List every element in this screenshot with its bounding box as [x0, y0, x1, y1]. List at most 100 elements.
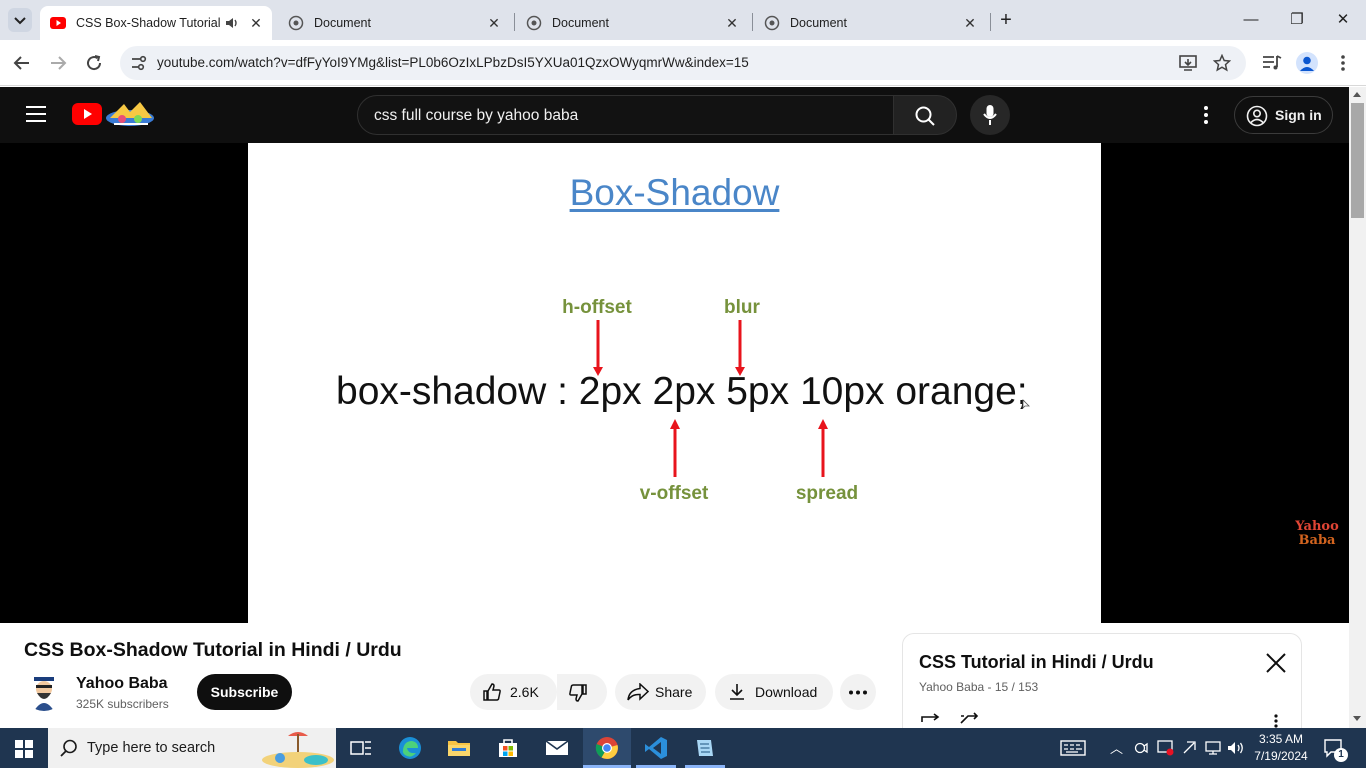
hamburger-menu-icon[interactable] [26, 105, 46, 123]
browser-menu-icon[interactable] [1335, 53, 1351, 73]
clock-date: 7/19/2024 [1254, 749, 1308, 763]
task-view-icon[interactable] [349, 736, 373, 760]
account-icon [1246, 105, 1268, 127]
security-icon[interactable] [1157, 740, 1175, 756]
taskbar-search-box[interactable]: Type here to search [48, 728, 336, 768]
speaker-icon[interactable] [224, 15, 240, 31]
reload-icon [87, 55, 102, 71]
settings-menu-icon[interactable] [1198, 105, 1214, 125]
edge-icon[interactable] [398, 736, 422, 760]
video-title: CSS Box-Shadow Tutorial in Hindi / Urdu [24, 639, 402, 661]
profile-button[interactable] [1296, 52, 1318, 74]
notepad-icon[interactable] [693, 736, 717, 760]
install-app-icon[interactable] [1179, 54, 1197, 72]
meet-now-icon[interactable] [1134, 741, 1148, 755]
scrollbar-thumb[interactable] [1351, 103, 1364, 218]
bookmark-star-icon[interactable] [1213, 54, 1231, 72]
search-query: css full course by yahoo baba [374, 107, 579, 124]
video-frame: Box-Shadow h-offset blur box-shadow : 2p… [248, 143, 1101, 623]
tab-document-2[interactable]: Document ✕ [516, 6, 748, 40]
share-button[interactable]: Share [615, 674, 706, 710]
search-button[interactable] [893, 95, 957, 135]
tab-title: Document [790, 16, 847, 30]
tab-youtube[interactable]: CSS Box-Shadow Tutorial in ✕ [40, 6, 272, 40]
youtube-icon [50, 17, 66, 29]
minimize-button[interactable]: — [1239, 8, 1263, 32]
playlist-panel: CSS Tutorial in Hindi / Urdu Yahoo Baba … [902, 633, 1302, 743]
doodle-logo-icon[interactable] [104, 100, 156, 128]
code-text: box-shadow : 2px 2px 5px 10px orange; [336, 370, 1028, 413]
tab-separator [990, 13, 991, 31]
chevron-up-icon[interactable]: ︿ [1110, 738, 1123, 757]
address-bar[interactable]: youtube.com/watch?v=dfFyYoI9YMg&list=PL0… [120, 46, 1246, 80]
more-horizontal-icon [849, 690, 867, 695]
search-icon [915, 106, 935, 126]
youtube-logo-icon[interactable] [72, 103, 102, 125]
vscode-icon[interactable] [644, 736, 668, 760]
windows-start-icon[interactable] [15, 740, 33, 758]
tab-search-button[interactable] [8, 8, 32, 32]
media-control-icon[interactable] [1262, 54, 1282, 72]
chrome-icon[interactable] [595, 736, 619, 760]
forward-button[interactable] [46, 51, 70, 75]
back-button[interactable] [10, 51, 34, 75]
more-actions-button[interactable] [840, 674, 876, 710]
file-explorer-icon[interactable] [447, 736, 471, 760]
like-count: 2.6K [510, 684, 539, 700]
label-blur: blur [724, 297, 760, 318]
restore-button[interactable]: ❐ [1285, 8, 1309, 32]
close-tab-icon[interactable]: ✕ [246, 15, 266, 32]
label-v-offset: v-offset [639, 483, 709, 504]
tab-document-1[interactable]: Document ✕ [278, 6, 510, 40]
taskbar-clock[interactable]: 3:35 AM 7/19/2024 [1250, 731, 1312, 765]
youtube-header: css full course by yahoo baba Sign in [0, 87, 1349, 143]
globe-icon [288, 15, 304, 31]
channel-avatar[interactable] [24, 671, 64, 711]
close-tab-icon[interactable]: ✕ [960, 15, 980, 32]
keyboard-icon[interactable] [1060, 740, 1086, 756]
loop-icon[interactable] [919, 712, 943, 726]
browser-toolbar: youtube.com/watch?v=dfFyYoI9YMg&list=PL0… [0, 40, 1366, 86]
url-text: youtube.com/watch?v=dfFyYoI9YMg&list=PL0… [157, 55, 749, 70]
sign-in-button[interactable]: Sign in [1234, 96, 1333, 134]
close-tab-icon[interactable]: ✕ [484, 15, 504, 32]
mail-icon[interactable] [545, 736, 569, 760]
playlist-title[interactable]: CSS Tutorial in Hindi / Urdu [919, 652, 1154, 673]
channel-name[interactable]: Yahoo Baba [76, 675, 168, 693]
close-tab-icon[interactable]: ✕ [722, 15, 742, 32]
shuffle-icon[interactable] [959, 712, 983, 726]
arrow-up-spread [818, 419, 828, 477]
download-button[interactable]: Download [715, 674, 833, 710]
video-player[interactable]: Box-Shadow h-offset blur box-shadow : 2p… [0, 143, 1349, 623]
arrow-left-icon [13, 56, 29, 70]
reload-button[interactable] [82, 51, 106, 75]
search-input[interactable]: css full course by yahoo baba [357, 95, 894, 135]
close-window-button[interactable]: ✕ [1331, 8, 1355, 32]
tab-document-3[interactable]: Document ✕ [754, 6, 986, 40]
scroll-up-icon[interactable] [1352, 90, 1362, 98]
volume-icon[interactable] [1227, 740, 1245, 756]
subscribe-button[interactable]: Subscribe [197, 674, 292, 710]
download-icon [730, 684, 744, 700]
thumbs-down-icon [569, 684, 587, 702]
scroll-down-icon[interactable] [1352, 715, 1362, 723]
arrow-up-v-offset [670, 419, 680, 477]
voice-search-button[interactable] [970, 95, 1010, 135]
power-icon[interactable] [1181, 740, 1197, 756]
playlist-menu-icon[interactable] [1273, 714, 1279, 728]
new-tab-button[interactable]: + [994, 8, 1018, 32]
close-icon[interactable] [1265, 652, 1287, 674]
site-info-icon[interactable] [129, 54, 147, 72]
like-button[interactable]: 2.6K [470, 674, 557, 710]
microsoft-store-icon[interactable] [496, 736, 520, 760]
search-highlight-icon [262, 732, 334, 768]
tab-title: Document [314, 16, 371, 30]
share-label: Share [655, 684, 693, 700]
tab-title: CSS Box-Shadow Tutorial in [76, 16, 224, 30]
taskbar-search-placeholder: Type here to search [87, 740, 216, 756]
dislike-button[interactable] [557, 674, 607, 710]
label-spread: spread [795, 483, 859, 504]
chevron-down-icon [14, 17, 26, 25]
notification-badge: 1 [1334, 748, 1348, 762]
network-icon[interactable] [1204, 740, 1222, 756]
